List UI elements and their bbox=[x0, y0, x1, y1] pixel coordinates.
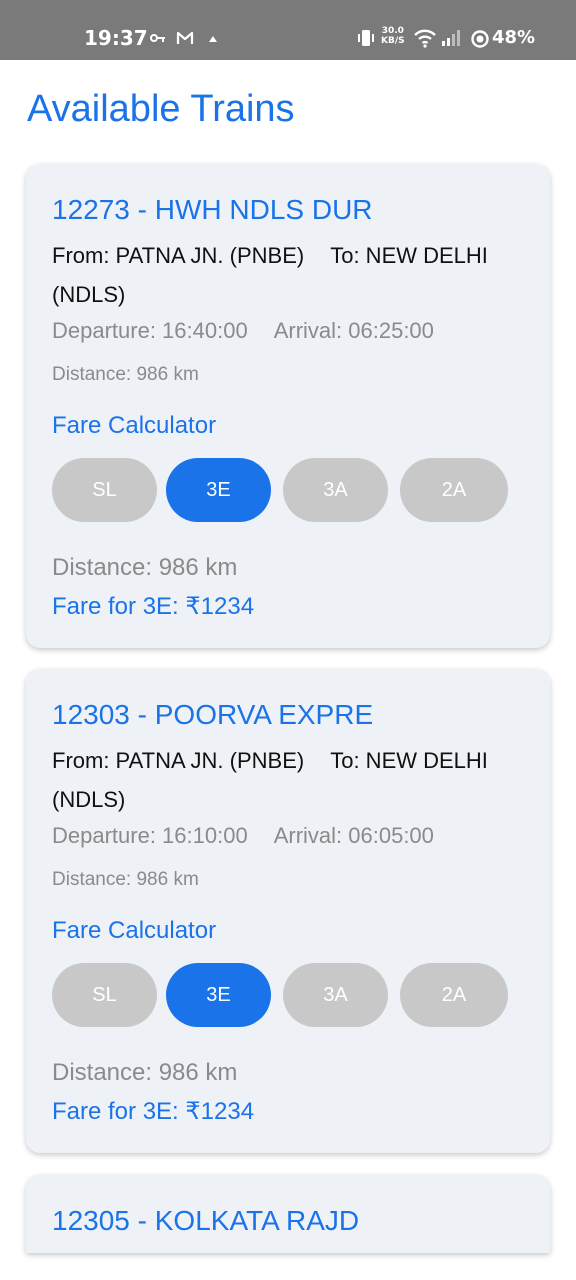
from-station: From: PATNA JN. (PNBE) bbox=[52, 748, 305, 773]
battery-saver-icon bbox=[471, 30, 489, 48]
fare-calculator-label: Fare Calculator bbox=[52, 917, 217, 944]
status-bar: 19:37 30.0 KB/S 48% bbox=[0, 0, 576, 60]
train-title: 12303 - POORVA EXPRE bbox=[52, 699, 374, 730]
class-button-3e[interactable]: 3E bbox=[166, 963, 271, 1027]
fare-distance: Distance: 986 km bbox=[52, 554, 238, 581]
signal-icon bbox=[442, 30, 460, 46]
status-time: 19:37 bbox=[84, 26, 148, 50]
train-distance: Distance: 986 km bbox=[52, 364, 199, 385]
fare-result: Fare for 3E: ₹1234 bbox=[52, 1098, 255, 1125]
class-button-3a[interactable]: 3A bbox=[283, 963, 388, 1027]
arrival-time: Arrival: 06:25:00 bbox=[273, 318, 434, 343]
train-route: From: PATNA JN. (PNBE) To: NEW DELHI (NDL… bbox=[52, 236, 492, 314]
train-card: 12305 - KOLKATA RAJD bbox=[26, 1175, 550, 1253]
fare-distance: Distance: 986 km bbox=[52, 1059, 238, 1086]
cloud-icon bbox=[209, 36, 217, 42]
class-selector: SL 3E 3A 2A bbox=[52, 963, 522, 1027]
class-button-sl[interactable]: SL bbox=[52, 458, 157, 522]
key-icon bbox=[150, 34, 165, 42]
class-button-3a[interactable]: 3A bbox=[283, 458, 388, 522]
departure-time: Departure: 16:40:00 bbox=[52, 318, 248, 343]
fare-calculator-label: Fare Calculator bbox=[52, 412, 217, 439]
train-title: 12305 - KOLKATA RAJD bbox=[52, 1205, 360, 1236]
class-button-2a[interactable]: 2A bbox=[400, 963, 508, 1027]
network-speed-value: 30.0 bbox=[381, 26, 404, 36]
gmail-icon bbox=[176, 31, 194, 44]
page-title: Available Trains bbox=[27, 88, 295, 130]
class-button-2a[interactable]: 2A bbox=[400, 458, 508, 522]
train-card: 12273 - HWH NDLS DUR From: PATNA JN. (PN… bbox=[26, 164, 550, 648]
network-speed: 30.0 KB/S bbox=[381, 26, 405, 46]
train-title: 12273 - HWH NDLS DUR bbox=[52, 194, 373, 225]
from-station: From: PATNA JN. (PNBE) bbox=[52, 243, 305, 268]
class-selector: SL 3E 3A 2A bbox=[52, 458, 522, 522]
network-speed-unit: KB/S bbox=[381, 36, 405, 46]
wifi-icon bbox=[414, 29, 436, 48]
fare-result: Fare for 3E: ₹1234 bbox=[52, 593, 255, 620]
arrival-time: Arrival: 06:05:00 bbox=[273, 823, 434, 848]
train-route: From: PATNA JN. (PNBE) To: NEW DELHI (NDL… bbox=[52, 741, 492, 819]
class-button-sl[interactable]: SL bbox=[52, 963, 157, 1027]
battery-level: 48% bbox=[492, 27, 536, 48]
departure-time: Departure: 16:10:00 bbox=[52, 823, 248, 848]
train-distance: Distance: 986 km bbox=[52, 869, 199, 890]
vibrate-icon bbox=[358, 30, 374, 46]
train-times: Departure: 16:40:00 Arrival: 06:25:00 bbox=[52, 318, 434, 344]
train-card: 12303 - POORVA EXPRE From: PATNA JN. (PN… bbox=[26, 669, 550, 1153]
class-button-3e[interactable]: 3E bbox=[166, 458, 271, 522]
train-times: Departure: 16:10:00 Arrival: 06:05:00 bbox=[52, 823, 434, 849]
